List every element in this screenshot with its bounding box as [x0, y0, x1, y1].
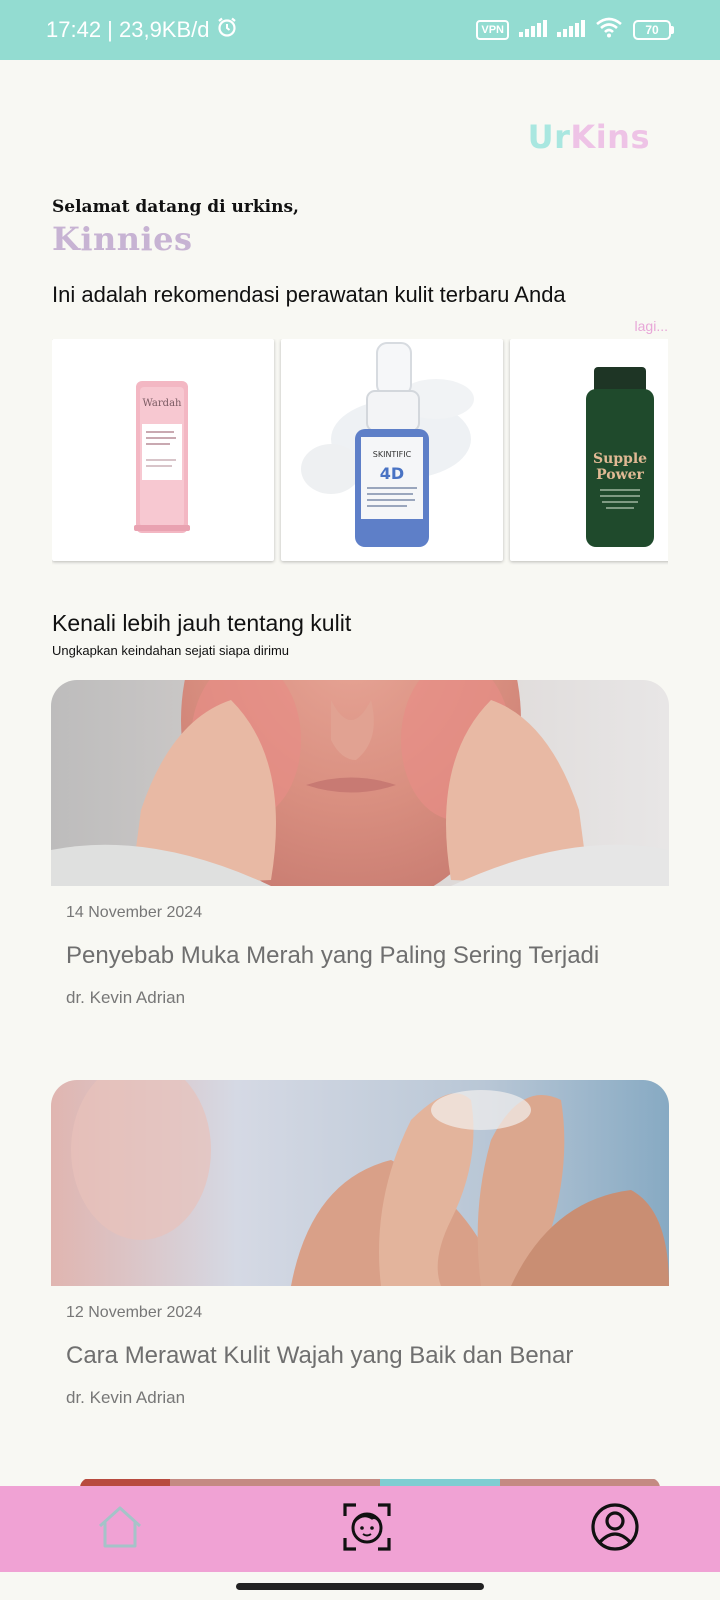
- status-left: 17:42 | 23,9KB/d: [46, 16, 238, 44]
- logo-part-1: Ur: [527, 118, 571, 156]
- battery-level: 70: [633, 20, 671, 40]
- welcome-text: Selamat datang di urkins,: [52, 197, 299, 217]
- face-scan-icon[interactable]: [342, 1502, 392, 1557]
- article-title[interactable]: Cara Merawat Kulit Wajah yang Baik dan B…: [66, 1342, 669, 1370]
- article-card[interactable]: 12 November 2024 Cara Merawat Kulit Waja…: [51, 1080, 669, 1408]
- article-author: dr. Kevin Adrian: [66, 988, 186, 1007]
- bottom-navigation: [0, 1486, 720, 1572]
- article-image: [51, 1080, 669, 1286]
- product-label-text: Power: [596, 467, 644, 483]
- product-tube-image: Wardah: [134, 381, 190, 533]
- product-brand-text: SKINTIFIC: [373, 450, 412, 459]
- product-label-text: 4D: [380, 464, 404, 483]
- status-right: VPN 70: [476, 16, 674, 44]
- profile-icon[interactable]: [590, 1502, 640, 1557]
- signal-icon: [519, 17, 547, 43]
- vpn-badge: VPN: [476, 20, 509, 40]
- more-link[interactable]: lagi...: [635, 318, 668, 334]
- home-icon[interactable]: [96, 1504, 144, 1555]
- article-image: [51, 680, 669, 886]
- product-card[interactable]: Supple Power: [510, 339, 668, 561]
- battery-icon: 70: [633, 20, 674, 40]
- logo-part-2: Kins: [570, 118, 650, 156]
- alarm-icon: [216, 16, 238, 44]
- gesture-bar[interactable]: [236, 1583, 484, 1590]
- signal-icon-2: [557, 17, 585, 43]
- app-logo: UrKins: [528, 118, 650, 156]
- product-brand-text: Supple: [593, 451, 647, 467]
- section-subtitle: Ungkapkan keindahan sejati siapa dirimu: [52, 643, 290, 658]
- product-card[interactable]: Wardah: [52, 339, 274, 561]
- username: Kinnies: [52, 220, 193, 258]
- product-bottle-image: Supple Power: [586, 367, 654, 547]
- recommendation-title: Ini adalah rekomendasi perawatan kulit t…: [52, 282, 566, 307]
- status-bar: 17:42 | 23,9KB/d VPN 70: [0, 0, 720, 60]
- article-card[interactable]: 14 November 2024 Penyebab Muka Merah yan…: [51, 680, 669, 1008]
- section-title: Kenali lebih jauh tentang kulit: [52, 610, 352, 636]
- article-date: 14 November 2024: [66, 904, 203, 921]
- status-time: 17:42 | 23,9KB/d: [46, 17, 210, 42]
- article-date: 12 November 2024: [66, 1304, 203, 1321]
- wifi-icon: [595, 16, 623, 44]
- article-title[interactable]: Penyebab Muka Merah yang Paling Sering T…: [66, 942, 669, 970]
- product-carousel[interactable]: Wardah SKINTIFIC 4D Supple Power: [52, 339, 668, 565]
- article-author: dr. Kevin Adrian: [66, 1388, 186, 1407]
- product-card[interactable]: SKINTIFIC 4D: [281, 339, 503, 561]
- product-brand-text: Wardah: [143, 398, 183, 409]
- product-serum-image: SKINTIFIC 4D: [301, 342, 474, 547]
